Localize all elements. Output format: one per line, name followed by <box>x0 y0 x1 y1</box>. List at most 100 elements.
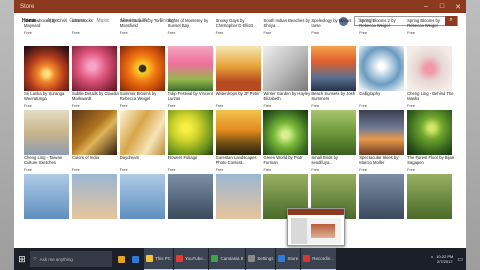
theme-thumbnail[interactable] <box>359 46 405 91</box>
theme-row: Cheng Ling - Taiwan Culture Sketches Free… <box>24 110 464 174</box>
theme-card[interactable]: Flowers Foliage Free <box>167 110 215 174</box>
taskbar-thumbnail-preview[interactable] <box>287 208 345 246</box>
theme-thumbnail[interactable] <box>407 46 453 91</box>
taskbar-app-label: Settings <box>257 256 274 261</box>
taskbar-app-label: Recordin... <box>312 256 335 261</box>
theme-title: Shadowboxed by Chris Maynard <box>24 18 68 28</box>
theme-title: Tulip Festival by Vincent Lurzas <box>167 91 213 101</box>
tray-expand-icon[interactable]: ^ <box>431 256 433 262</box>
theme-title: Sierra Sunsets by Tom Mansfield <box>119 18 162 28</box>
theme-thumbnail[interactable] <box>359 110 405 155</box>
taskbar: ⊞ ○ Ask me anything This PC YouTube... Cam… <box>14 248 466 270</box>
theme-title: Subtle Details by Claudia Markwardt <box>71 91 119 101</box>
theme-thumbnail[interactable] <box>263 110 309 155</box>
theme-price: Free <box>71 31 80 35</box>
cortana-search-box[interactable]: ○ Ask me anything <box>30 251 112 267</box>
app-icon <box>176 255 184 262</box>
theme-title: Cheng Ling - Taiwan Culture Sketches <box>24 155 63 165</box>
clock-date: 2/7/2017 <box>436 259 453 264</box>
theme-title: Green World by Piotr Furman <box>263 155 303 165</box>
theme-card[interactable]: Winter Garden by Hayley Elizabeth Free <box>263 46 310 110</box>
theme-thumbnail[interactable] <box>311 46 357 91</box>
theme-thumbnail[interactable] <box>71 110 117 155</box>
theme-card[interactable]: Spring Blooms by Rebecca Weigel Free <box>407 18 454 46</box>
minimize-icon[interactable]: – <box>418 3 434 10</box>
theme-card[interactable]: Sierra Sunsets by Tom Mansfield Free <box>120 18 167 46</box>
theme-card[interactable]: Calligraphy Free <box>359 46 406 110</box>
theme-thumbnail[interactable] <box>359 174 405 219</box>
app-icon <box>132 255 139 263</box>
theme-price: Free <box>407 31 415 35</box>
theme-row: Shadowboxed by Chris Maynard Free Shamrock… <box>24 18 464 46</box>
theme-title: South Indian Beaches by Shriya... <box>263 18 311 28</box>
app-icon <box>118 255 125 263</box>
theme-thumbnail[interactable] <box>71 46 117 91</box>
theme-card[interactable]: Beach Sunsets by Josh Summers Free <box>311 46 358 110</box>
theme-card[interactable]: Cheng Ling - Taiwan Culture Sketches Free <box>24 110 71 174</box>
theme-card[interactable]: Shamrocks Free <box>72 18 119 46</box>
theme-thumbnail[interactable] <box>407 174 453 219</box>
taskbar-app[interactable]: YouTube... <box>174 248 209 270</box>
theme-card[interactable]: Small Birds by seodifuya... Free <box>311 110 358 174</box>
theme-card[interactable]: Spring Blooms 2 by Rebecca Weigel Free <box>359 18 406 46</box>
taskbar-app[interactable]: Recordin... <box>301 248 337 270</box>
theme-card[interactable]: Daydream Free <box>119 110 167 174</box>
theme-card[interactable]: Sri Lanka by Suranga Weeratunga Free <box>24 46 71 110</box>
maximize-icon[interactable]: □ <box>434 3 450 10</box>
taskbar-app[interactable] <box>130 248 143 270</box>
theme-thumbnail[interactable] <box>407 110 453 155</box>
theme-card[interactable]: Gorestan Landscapes Photo Contest... Free <box>215 110 263 174</box>
theme-thumbnail[interactable] <box>167 110 213 155</box>
theme-card[interactable]: South Indian Beaches by Shriya... Free <box>263 18 310 46</box>
taskbar-app[interactable]: Store <box>276 248 301 270</box>
theme-card[interactable]: Spectacular Skies by Marcio Moller Free <box>359 110 406 174</box>
taskbar-app[interactable]: Settings <box>246 248 276 270</box>
theme-card[interactable]: Green World by Piotr Furman Free <box>263 110 310 174</box>
theme-thumbnail[interactable] <box>215 46 261 91</box>
title-bar: Store – □ ✕ <box>14 0 466 13</box>
theme-card[interactable]: Shadowboxed by Chris Maynard Free <box>24 18 71 46</box>
taskbar-app[interactable] <box>116 248 129 270</box>
taskbar-app[interactable]: This PC <box>144 248 174 270</box>
theme-price: Free <box>167 31 176 35</box>
theme-card[interactable]: Sights of Monterey by Sunset Bay Free <box>168 18 215 46</box>
theme-thumbnail[interactable] <box>263 46 309 91</box>
theme-thumbnail[interactable] <box>167 46 213 91</box>
theme-card[interactable]: Waterdrops by JP Peter Free <box>215 46 263 110</box>
theme-thumbnail[interactable] <box>24 46 69 91</box>
preview-image <box>291 218 341 244</box>
theme-thumbnail[interactable] <box>167 174 213 219</box>
taskbar-app-label: Camtasia 8 <box>220 256 244 261</box>
theme-card[interactable]: Summer Blooms by Rebecca Weigel Free <box>119 46 167 110</box>
theme-thumbnail[interactable] <box>24 174 69 219</box>
theme-card[interactable]: Tulip Festival by Vincent Lurzas Free <box>167 46 215 110</box>
theme-title: Spring Blooms by Rebecca Weigel <box>407 18 440 28</box>
cortana-placeholder: Ask me anything <box>39 256 73 262</box>
theme-thumbnail[interactable] <box>119 174 165 219</box>
theme-title: The Forest Floor by Bijan Sagapen <box>407 155 455 165</box>
theme-title: Daydream <box>119 155 140 160</box>
notification-icon[interactable]: ▭ <box>457 256 463 263</box>
theme-thumbnail[interactable] <box>71 174 117 219</box>
theme-thumbnail[interactable] <box>311 110 357 155</box>
theme-thumbnail[interactable] <box>119 46 165 91</box>
theme-price: Free <box>119 31 128 35</box>
theme-price: Free <box>215 31 224 35</box>
theme-thumbnail[interactable] <box>119 110 165 155</box>
theme-card[interactable]: Subtle Details by Claudia Markwardt Free <box>71 46 119 110</box>
theme-card[interactable]: Cheng Ling - Behind The Masks Free <box>407 46 454 110</box>
close-icon[interactable]: ✕ <box>450 3 466 11</box>
taskbar-clock[interactable]: 10:22 PM 2/7/2017 <box>436 254 453 264</box>
taskbar-app[interactable]: Camtasia 8 <box>209 248 246 270</box>
theme-thumbnail[interactable] <box>215 174 261 219</box>
theme-thumbnail[interactable] <box>24 110 69 155</box>
theme-title: Colors of India <box>71 155 99 160</box>
theme-card[interactable]: Snowy Days by Christopher D Elliott Free <box>216 18 263 46</box>
theme-thumbnail[interactable] <box>215 110 261 155</box>
windows-start-icon[interactable]: ⊞ <box>14 248 30 270</box>
theme-card[interactable]: Speleology by Marius Iarse Free <box>311 18 358 46</box>
theme-card[interactable]: The Forest Floor by Bijan Sagapen Free <box>407 110 454 174</box>
theme-grid: Shadowboxed by Chris Maynard Free Shamrock… <box>24 18 464 219</box>
taskbar-app-label: YouTube... <box>185 256 207 261</box>
theme-card[interactable]: Colors of India Free <box>71 110 119 174</box>
